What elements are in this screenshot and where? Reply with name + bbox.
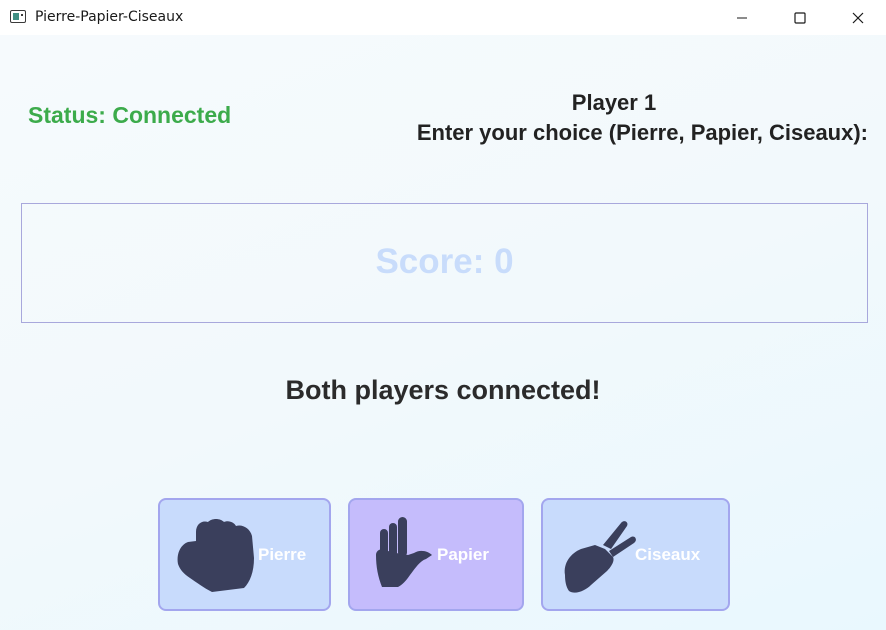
title-bar: Pierre-Papier-Ciseaux — [0, 0, 886, 35]
papier-label: Papier — [437, 545, 489, 564]
choice-prompt: Enter your choice (Pierre, Papier, Cisea… — [416, 120, 868, 145]
game-message: Both players connected! — [285, 375, 601, 405]
ciseaux-button[interactable]: Ciseaux — [541, 498, 730, 611]
close-icon — [852, 12, 864, 23]
score-label: Score: 0 — [375, 242, 514, 281]
player-label: Player 1 — [571, 90, 657, 115]
minimize-icon — [737, 17, 747, 18]
pierre-label: Pierre — [258, 545, 307, 564]
open-hand-icon — [376, 517, 432, 587]
pierre-button[interactable]: Pierre — [158, 498, 331, 611]
fist-icon — [177, 519, 254, 592]
ciseaux-label: Ciseaux — [635, 545, 701, 564]
minimize-button[interactable] — [713, 0, 771, 35]
maximize-icon — [794, 11, 806, 24]
papier-button[interactable]: Papier — [348, 498, 524, 611]
player-info: Player 1 Enter your choice (Pierre, Papi… — [360, 88, 868, 148]
scissors-hand-icon — [564, 521, 636, 593]
close-button[interactable] — [829, 0, 886, 35]
window-title: Pierre-Papier-Ciseaux — [35, 9, 184, 25]
game-panel: Status: Connected Player 1 Enter your ch… — [0, 35, 886, 630]
score-panel: Score: 0 — [21, 203, 868, 323]
app-window-icon — [10, 10, 26, 23]
connection-status: Status: Connected — [28, 102, 232, 128]
maximize-button[interactable] — [771, 0, 829, 35]
